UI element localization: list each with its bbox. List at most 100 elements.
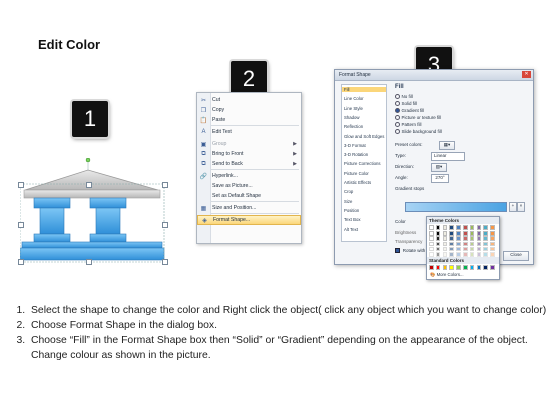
color-swatch[interactable] bbox=[490, 225, 495, 230]
category-item[interactable]: 3-D Format bbox=[344, 143, 366, 148]
color-swatch[interactable] bbox=[476, 231, 482, 236]
color-swatch[interactable] bbox=[469, 265, 475, 270]
color-swatch[interactable] bbox=[456, 236, 461, 241]
close-icon[interactable]: ✕ bbox=[522, 71, 531, 78]
category-item[interactable]: Line Color bbox=[344, 96, 364, 101]
color-swatch[interactable] bbox=[469, 246, 475, 252]
color-swatch[interactable] bbox=[463, 265, 468, 270]
resize-handle[interactable] bbox=[86, 259, 92, 265]
close-button[interactable]: Close bbox=[503, 251, 529, 261]
color-swatch[interactable] bbox=[463, 246, 468, 252]
color-swatch[interactable] bbox=[435, 225, 441, 230]
color-swatch[interactable] bbox=[435, 246, 441, 252]
color-swatch[interactable] bbox=[463, 252, 468, 257]
color-swatch[interactable] bbox=[442, 231, 448, 236]
menu-item[interactable]: Set as Default Shape bbox=[197, 191, 301, 201]
category-item[interactable]: Crop bbox=[344, 189, 353, 194]
resize-handle[interactable] bbox=[18, 259, 24, 265]
fill-option-radio[interactable]: Solid fill bbox=[395, 101, 417, 107]
angle-input[interactable]: 270° bbox=[431, 174, 449, 183]
color-swatch[interactable] bbox=[456, 252, 461, 257]
color-swatch[interactable] bbox=[483, 225, 488, 230]
menu-item[interactable]: ▦ Size and Position... bbox=[197, 203, 301, 213]
menu-item[interactable]: ▣ Group ▶ bbox=[197, 139, 301, 149]
color-swatch[interactable] bbox=[442, 225, 448, 230]
color-swatch[interactable] bbox=[469, 252, 475, 257]
color-swatch[interactable] bbox=[476, 265, 482, 270]
menu-item[interactable]: 🔗 Hyperlink... bbox=[197, 171, 301, 181]
color-swatch[interactable] bbox=[429, 225, 434, 230]
color-swatch[interactable] bbox=[483, 236, 488, 241]
preset-colors-dropdown[interactable]: ▦▾ bbox=[439, 141, 455, 150]
remove-stop-button[interactable]: × bbox=[517, 202, 525, 212]
color-swatch[interactable] bbox=[456, 246, 461, 252]
color-swatch[interactable] bbox=[469, 241, 475, 247]
color-swatch[interactable] bbox=[483, 265, 488, 270]
more-colors-link[interactable]: 🎨 More Colors... bbox=[430, 272, 464, 278]
resize-handle[interactable] bbox=[162, 182, 168, 188]
category-item[interactable]: Glow and Soft Edges bbox=[344, 134, 384, 139]
color-swatch[interactable] bbox=[463, 236, 468, 241]
resize-handle[interactable] bbox=[162, 222, 168, 228]
category-item[interactable]: Artistic Effects bbox=[344, 180, 371, 185]
color-swatch[interactable] bbox=[476, 246, 482, 252]
category-item[interactable]: Size bbox=[344, 199, 352, 204]
color-swatch[interactable] bbox=[449, 225, 454, 230]
color-swatch[interactable] bbox=[476, 241, 482, 247]
color-swatch[interactable] bbox=[490, 236, 495, 241]
menu-item[interactable]: A Edit Text bbox=[197, 127, 301, 137]
color-swatch[interactable] bbox=[469, 225, 475, 230]
category-item[interactable]: Shadow bbox=[344, 115, 360, 120]
fill-option-radio[interactable]: Slide background fill bbox=[395, 129, 442, 135]
resize-handle[interactable] bbox=[18, 222, 24, 228]
fill-option-radio[interactable]: Pattern fill bbox=[395, 122, 422, 128]
resize-handle[interactable] bbox=[86, 182, 92, 188]
menu-item[interactable]: ❐ Copy bbox=[197, 105, 301, 115]
color-swatch[interactable] bbox=[442, 241, 448, 247]
color-swatch[interactable] bbox=[456, 241, 461, 247]
color-swatch[interactable] bbox=[429, 246, 434, 252]
menu-item[interactable]: 📋 Paste bbox=[197, 115, 301, 125]
color-swatch[interactable] bbox=[449, 236, 454, 241]
add-stop-button[interactable]: + bbox=[509, 202, 517, 212]
color-swatch[interactable] bbox=[429, 236, 434, 241]
color-swatch[interactable] bbox=[442, 246, 448, 252]
color-swatch[interactable] bbox=[490, 241, 495, 247]
color-swatch[interactable] bbox=[429, 241, 434, 247]
color-swatch[interactable] bbox=[463, 225, 468, 230]
category-item[interactable]: 3-D Rotation bbox=[344, 152, 368, 157]
category-item[interactable]: Picture Color bbox=[344, 171, 369, 176]
color-swatch[interactable] bbox=[490, 231, 495, 236]
color-swatch[interactable] bbox=[435, 265, 441, 270]
color-swatch[interactable] bbox=[442, 265, 448, 270]
color-swatch[interactable] bbox=[476, 252, 482, 257]
fill-option-radio[interactable]: Gradient fill bbox=[395, 108, 424, 114]
category-item[interactable]: Picture Corrections bbox=[344, 161, 381, 166]
color-swatch[interactable] bbox=[435, 252, 441, 257]
menu-item[interactable]: Save as Picture... bbox=[197, 181, 301, 191]
color-swatch[interactable] bbox=[456, 265, 461, 270]
color-swatch[interactable] bbox=[483, 252, 488, 257]
color-swatch[interactable] bbox=[449, 246, 454, 252]
color-swatch[interactable] bbox=[429, 252, 434, 257]
fill-option-radio[interactable]: Picture or texture fill bbox=[395, 115, 441, 121]
color-swatch[interactable] bbox=[476, 225, 482, 230]
resize-handle[interactable] bbox=[162, 259, 168, 265]
color-swatch[interactable] bbox=[449, 252, 454, 257]
color-swatch[interactable] bbox=[483, 241, 488, 247]
color-swatch[interactable] bbox=[456, 231, 461, 236]
color-swatch[interactable] bbox=[449, 265, 454, 270]
color-swatch[interactable] bbox=[476, 236, 482, 241]
color-swatch[interactable] bbox=[456, 225, 461, 230]
color-swatch[interactable] bbox=[435, 241, 441, 247]
type-select[interactable]: Linear bbox=[431, 152, 465, 161]
category-item[interactable]: Reflection bbox=[344, 124, 363, 129]
pillar-shape-figure[interactable] bbox=[19, 157, 170, 266]
menu-item[interactable]: ◈ Format Shape... bbox=[197, 215, 301, 225]
menu-item[interactable]: ⧉ Bring to Front ▶ bbox=[197, 149, 301, 159]
color-swatch[interactable] bbox=[435, 231, 441, 236]
color-swatch[interactable] bbox=[490, 252, 495, 257]
menu-item[interactable]: ⧉ Send to Back ▶ bbox=[197, 159, 301, 169]
color-swatch[interactable] bbox=[490, 246, 495, 252]
color-swatch[interactable] bbox=[490, 265, 495, 270]
